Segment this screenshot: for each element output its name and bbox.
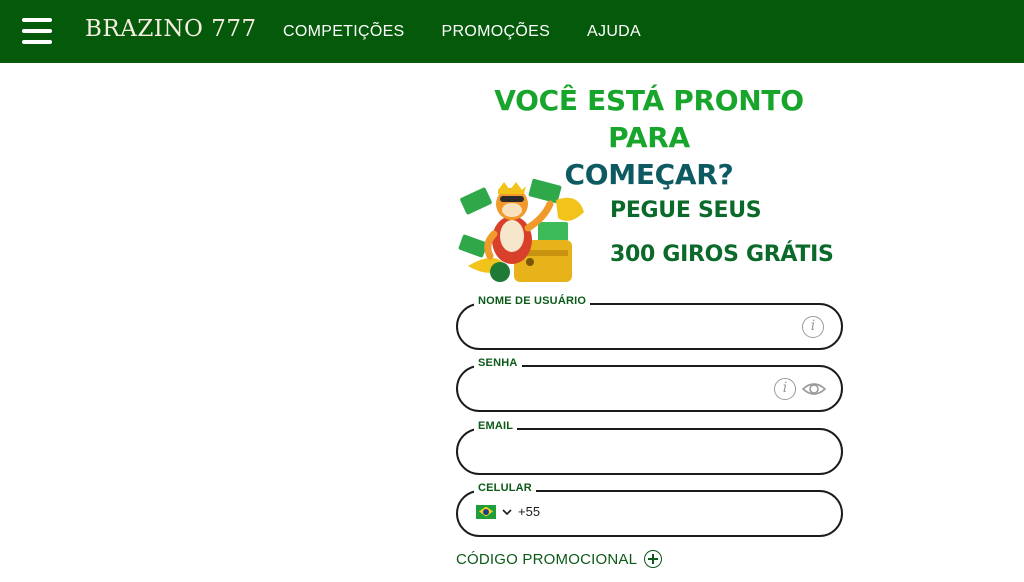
info-icon[interactable]: i [802, 316, 824, 338]
top-header: BRAZINO 777 COMPETIÇÕES PROMOÇÕES AJUDA [0, 0, 1024, 63]
chevron-down-icon[interactable] [502, 508, 512, 516]
username-input[interactable] [476, 313, 776, 341]
password-field[interactable]: SENHA i [456, 357, 843, 412]
promo-code-toggle[interactable]: CÓDIGO PROMOCIONAL [456, 550, 663, 568]
signup-headline: VOCÊ ESTÁ PRONTO PARA COMEÇAR? [456, 82, 842, 193]
email-input[interactable] [476, 438, 776, 466]
nav-item-promocoes[interactable]: PROMOÇÕES [442, 23, 551, 41]
main-nav: COMPETIÇÕES PROMOÇÕES AJUDA [283, 0, 678, 63]
hamburger-menu-icon[interactable] [22, 18, 52, 44]
username-label: NOME DE USUÁRIO [474, 295, 591, 307]
email-field[interactable]: EMAIL [456, 420, 843, 475]
promo-illustration [458, 178, 584, 282]
username-field[interactable]: NOME DE USUÁRIO i [456, 295, 843, 350]
eye-icon[interactable] [802, 379, 826, 399]
promo-line-1: PEGUE SEUS [610, 198, 762, 223]
info-icon[interactable]: i [774, 378, 796, 400]
promo-line-2: 300 GIROS GRÁTIS [610, 242, 834, 267]
phone-country-selector[interactable]: +55 [476, 504, 540, 519]
brand-logo[interactable]: BRAZINO 777 [85, 16, 257, 42]
headline-line-1: VOCÊ ESTÁ PRONTO PARA [494, 84, 804, 154]
password-label: SENHA [474, 357, 522, 369]
nav-item-competicoes[interactable]: COMPETIÇÕES [283, 23, 405, 41]
phone-label: CELULAR [474, 482, 536, 494]
nav-item-ajuda[interactable]: AJUDA [587, 23, 641, 41]
email-label: EMAIL [474, 420, 518, 432]
plus-circle-icon[interactable] [644, 550, 663, 568]
promo-code-label: CÓDIGO PROMOCIONAL [456, 550, 638, 568]
phone-dial-code: +55 [518, 504, 541, 519]
brazil-flag-icon[interactable] [476, 504, 496, 519]
password-input[interactable] [476, 375, 776, 403]
phone-field[interactable]: CELULAR +55 [456, 482, 843, 537]
